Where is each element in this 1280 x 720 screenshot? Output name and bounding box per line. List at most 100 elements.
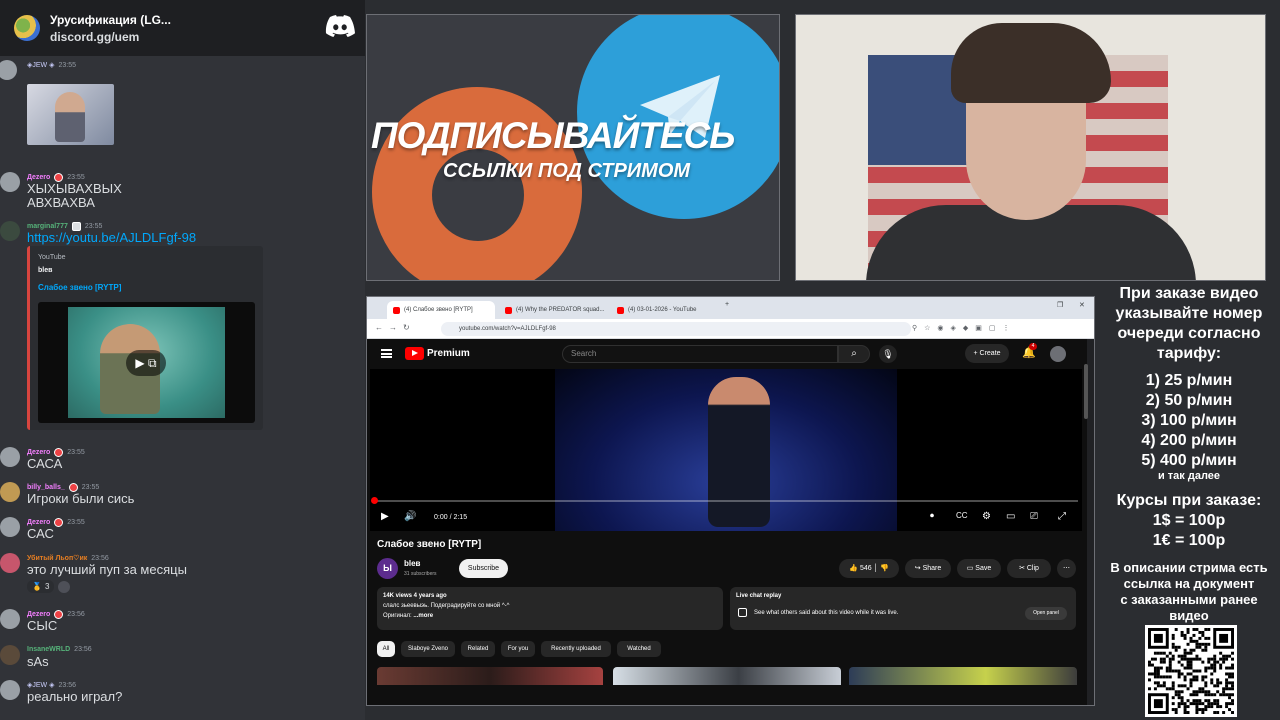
username[interactable]: Убитый Льоп♡ик xyxy=(27,554,87,562)
role-tags: ◈JEW ◈ xyxy=(27,62,55,69)
chip-related[interactable]: Related xyxy=(461,641,495,657)
autoplay-toggle-icon[interactable]: ⏺ xyxy=(930,511,934,521)
youtube-header: Premium Search ⌕ 🎙 + Create 🔔 4 xyxy=(367,339,1087,369)
tariff-list: 1) 25 р/мин 2) 50 р/мин 3) 100 р/мин 4) … xyxy=(1141,372,1237,469)
chip-all[interactable]: All xyxy=(377,641,395,657)
embed-video-thumbnail[interactable]: ▶ ⧉ xyxy=(38,302,255,423)
like-dislike-button[interactable]: 👍 546 │ 👎 xyxy=(839,559,899,578)
volume-icon[interactable]: 🔊 xyxy=(404,511,416,522)
new-tab-icon[interactable]: + xyxy=(725,301,729,308)
description-note: В описании стрима есть ссылка на докумен… xyxy=(1110,560,1268,623)
miniplayer-icon[interactable]: ▭ xyxy=(1006,511,1015,522)
browser-tab-1[interactable]: (4) Слабое звено [RYTP] xyxy=(387,301,495,319)
youtube-brand[interactable]: Premium xyxy=(427,348,470,359)
add-reaction-icon[interactable] xyxy=(58,580,71,593)
extensions-icon[interactable]: ⚲☆◉◈◆▣▢⋮ xyxy=(912,324,1017,332)
chip-recently-uploaded[interactable]: Recently uploaded xyxy=(541,641,611,657)
username[interactable]: marginal777 xyxy=(27,223,68,230)
settings-gear-icon[interactable]: ⚙ xyxy=(982,511,991,522)
discord-logo-icon xyxy=(325,15,355,37)
description-box[interactable]: 14K views 4 years ago слалс зьеевыэь. По… xyxy=(377,587,723,630)
channel-subscribers: 31 subscribers xyxy=(404,571,437,577)
webcam-feed xyxy=(795,14,1266,281)
embed-provider: YouTube xyxy=(38,254,66,261)
timestamp: 23:56 xyxy=(74,646,92,653)
message-text: САСА xyxy=(27,456,63,471)
server-invite-link[interactable]: discord.gg/uem xyxy=(50,30,171,44)
microphone-icon[interactable]: 🎙 xyxy=(879,345,897,363)
progress-bar[interactable] xyxy=(374,500,1078,502)
username[interactable]: Дezero xyxy=(27,174,50,181)
account-avatar[interactable] xyxy=(1050,346,1066,362)
discord-chat-panel: Урусификация (LG... discord.gg/uem ◈JEW … xyxy=(0,0,365,720)
show-more-link[interactable]: ...more xyxy=(413,613,433,619)
related-video-thumbnail[interactable] xyxy=(613,667,841,685)
browser-window: (4) Слабое звено [RYTP] (4) Why the PRED… xyxy=(366,296,1095,706)
play-icon[interactable]: ▶ ⧉ xyxy=(126,350,166,376)
chip-slaboye-zveno[interactable]: Slaboye Zveno xyxy=(401,641,455,657)
reaction-count: 3 xyxy=(44,582,50,591)
chip-for-you[interactable]: For you xyxy=(501,641,535,657)
related-video-thumbnail[interactable] xyxy=(849,667,1077,685)
embed-title[interactable]: Слабое звено [RYTP] xyxy=(38,283,121,292)
close-window-icon[interactable]: ✕ xyxy=(1079,301,1085,309)
avatar xyxy=(0,680,20,700)
fullscreen-icon[interactable]: ⤢ xyxy=(1058,511,1066,522)
search-icon[interactable]: ⌕ xyxy=(838,345,870,363)
message-text: sAs xyxy=(27,654,49,669)
reaction-emoji-icon: 🥇 xyxy=(32,582,42,591)
channel-avatar[interactable]: Ы xyxy=(377,558,398,579)
chat-replay-title: Live chat replay xyxy=(736,593,782,599)
open-panel-button[interactable]: Open panel xyxy=(1025,607,1067,620)
timestamp: 23:56 xyxy=(58,681,77,689)
username[interactable]: Дezero xyxy=(27,611,50,618)
username[interactable]: billy_balls_ xyxy=(27,484,65,491)
message-link[interactable]: https://youtu.be/AJLDLFgf-98 xyxy=(27,231,196,245)
browser-tab-2[interactable]: (4) Why the PREDATOR squad... xyxy=(499,301,607,319)
restore-window-icon[interactable]: ❐ xyxy=(1057,301,1063,309)
more-actions-icon[interactable]: ⋯ xyxy=(1057,559,1076,578)
clip-button[interactable]: ✂ Clip xyxy=(1007,559,1051,578)
username[interactable]: Дezero xyxy=(27,519,50,526)
share-button[interactable]: ↪ Share xyxy=(905,559,951,578)
channel-name[interactable]: bleв xyxy=(404,559,420,568)
attached-image[interactable] xyxy=(27,84,114,145)
timestamp: 23:55 xyxy=(67,449,85,456)
save-button[interactable]: ▭ Save xyxy=(957,559,1001,578)
cast-icon[interactable]: ⎚ xyxy=(1030,511,1038,522)
nav-buttons-icon[interactable]: ←→↻ xyxy=(375,323,416,332)
time-display: 0:00 / 2:15 xyxy=(434,514,468,521)
views-date: 14K views 4 years ago xyxy=(383,593,447,599)
address-bar: ←→↻ youtube.com/watch?v=AJLDLFgf-98 ⚲☆◉◈… xyxy=(367,319,1094,339)
chip-watched[interactable]: Watched xyxy=(617,641,661,657)
server-header[interactable]: Урусификация (LG... discord.gg/uem xyxy=(0,0,365,56)
subtitles-icon[interactable]: CC xyxy=(956,511,968,520)
message-text: САС xyxy=(27,526,54,541)
username[interactable]: InsaneWRLD xyxy=(27,646,70,653)
username[interactable]: Дezero xyxy=(27,449,50,456)
reaction-pill[interactable]: 🥇 3 xyxy=(27,580,55,593)
related-video-thumbnail[interactable] xyxy=(377,667,603,685)
tab-strip: (4) Слабое звено [RYTP] (4) Why the PRED… xyxy=(367,297,1094,319)
youtube-logo-icon[interactable] xyxy=(405,347,424,360)
create-button[interactable]: + Create xyxy=(965,344,1009,363)
menu-icon[interactable] xyxy=(381,349,392,358)
youtube-favicon-icon xyxy=(393,306,400,314)
timestamp: 23:55 xyxy=(67,519,85,526)
subscribe-button[interactable]: Subscribe xyxy=(459,559,508,578)
role-badge-icon xyxy=(54,518,64,527)
chat-icon xyxy=(738,608,747,617)
browser-tab-3[interactable]: (4) 03-01-2026 - YouTube xyxy=(611,301,719,319)
play-icon[interactable]: ▶ xyxy=(381,511,389,522)
message-text: реально играл? xyxy=(27,689,123,704)
timestamp: 23:56 xyxy=(67,611,85,618)
embed-author[interactable]: bleв xyxy=(38,267,52,274)
url-field[interactable]: youtube.com/watch?v=AJLDLFgf-98 xyxy=(441,322,911,336)
qr-code[interactable] xyxy=(1145,625,1237,717)
message-text: это лучший пуп за месяцы xyxy=(27,562,187,577)
scrubber-handle[interactable] xyxy=(371,497,378,504)
search-input[interactable]: Search xyxy=(562,345,838,363)
scrollbar[interactable] xyxy=(1084,364,1088,419)
video-player[interactable]: ▶ 🔊 0:00 / 2:15 ⏺ CC ⚙ ▭ ⎚ ⤢ xyxy=(370,369,1082,531)
order-instructions: При заказе видео указывайте номер очеред… xyxy=(1115,285,1263,362)
